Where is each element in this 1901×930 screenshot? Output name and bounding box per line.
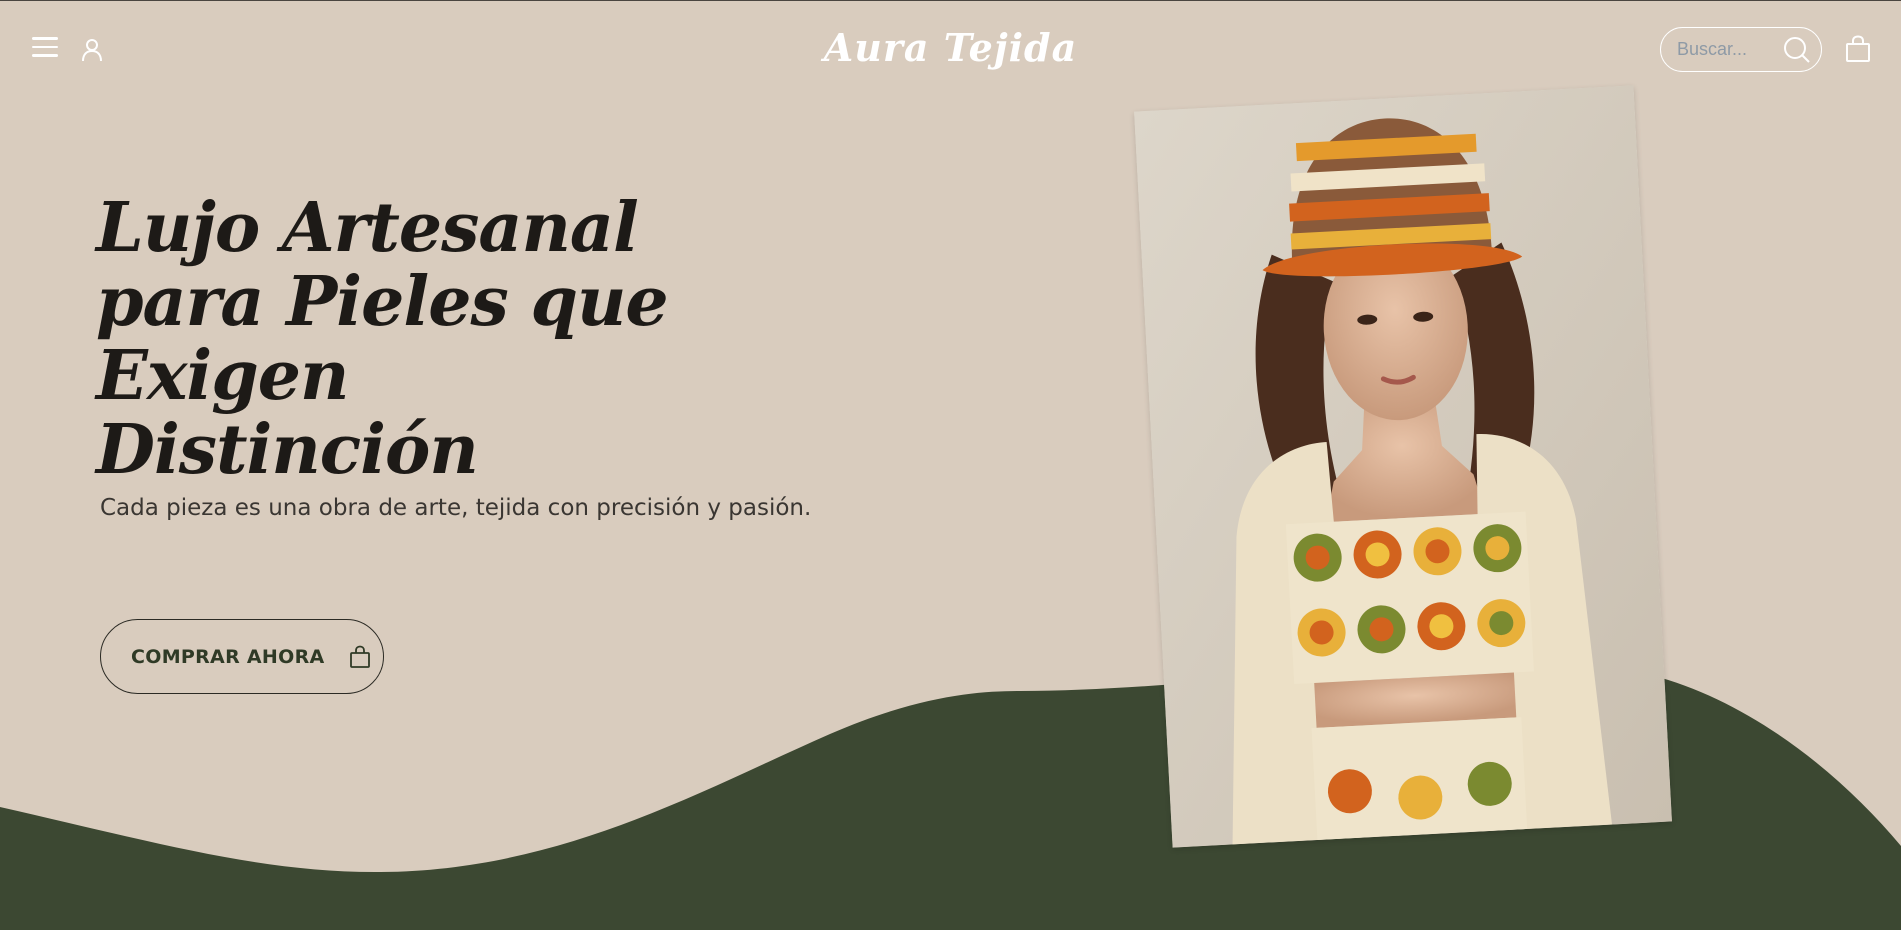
hero-subtitle: Cada pieza es una obra de arte, tejida c… xyxy=(100,495,812,521)
search-box[interactable] xyxy=(1660,27,1822,72)
shop-now-button[interactable]: COMPRAR AHORA xyxy=(100,619,384,694)
hero-title-line-1: Lujo Artesanal xyxy=(96,188,639,268)
hero-title: Lujo Artesanal para Pieles que Exigen Di… xyxy=(96,191,736,487)
shopping-bag-icon[interactable] xyxy=(1845,35,1871,63)
search-icon[interactable] xyxy=(1783,36,1811,64)
hero-title-line-2: para Pieles que xyxy=(96,262,669,342)
shop-now-label: COMPRAR AHORA xyxy=(131,645,325,668)
hero-title-line-3: Exigen Distinción xyxy=(96,336,479,490)
site-logo[interactable]: Aura Tejida xyxy=(0,25,1901,70)
search-input[interactable] xyxy=(1677,39,1777,60)
page: Aura Tejida Lujo Artesanal para Pieles q… xyxy=(0,0,1901,930)
shopping-bag-icon xyxy=(349,645,370,668)
hero-image xyxy=(1134,85,1672,848)
